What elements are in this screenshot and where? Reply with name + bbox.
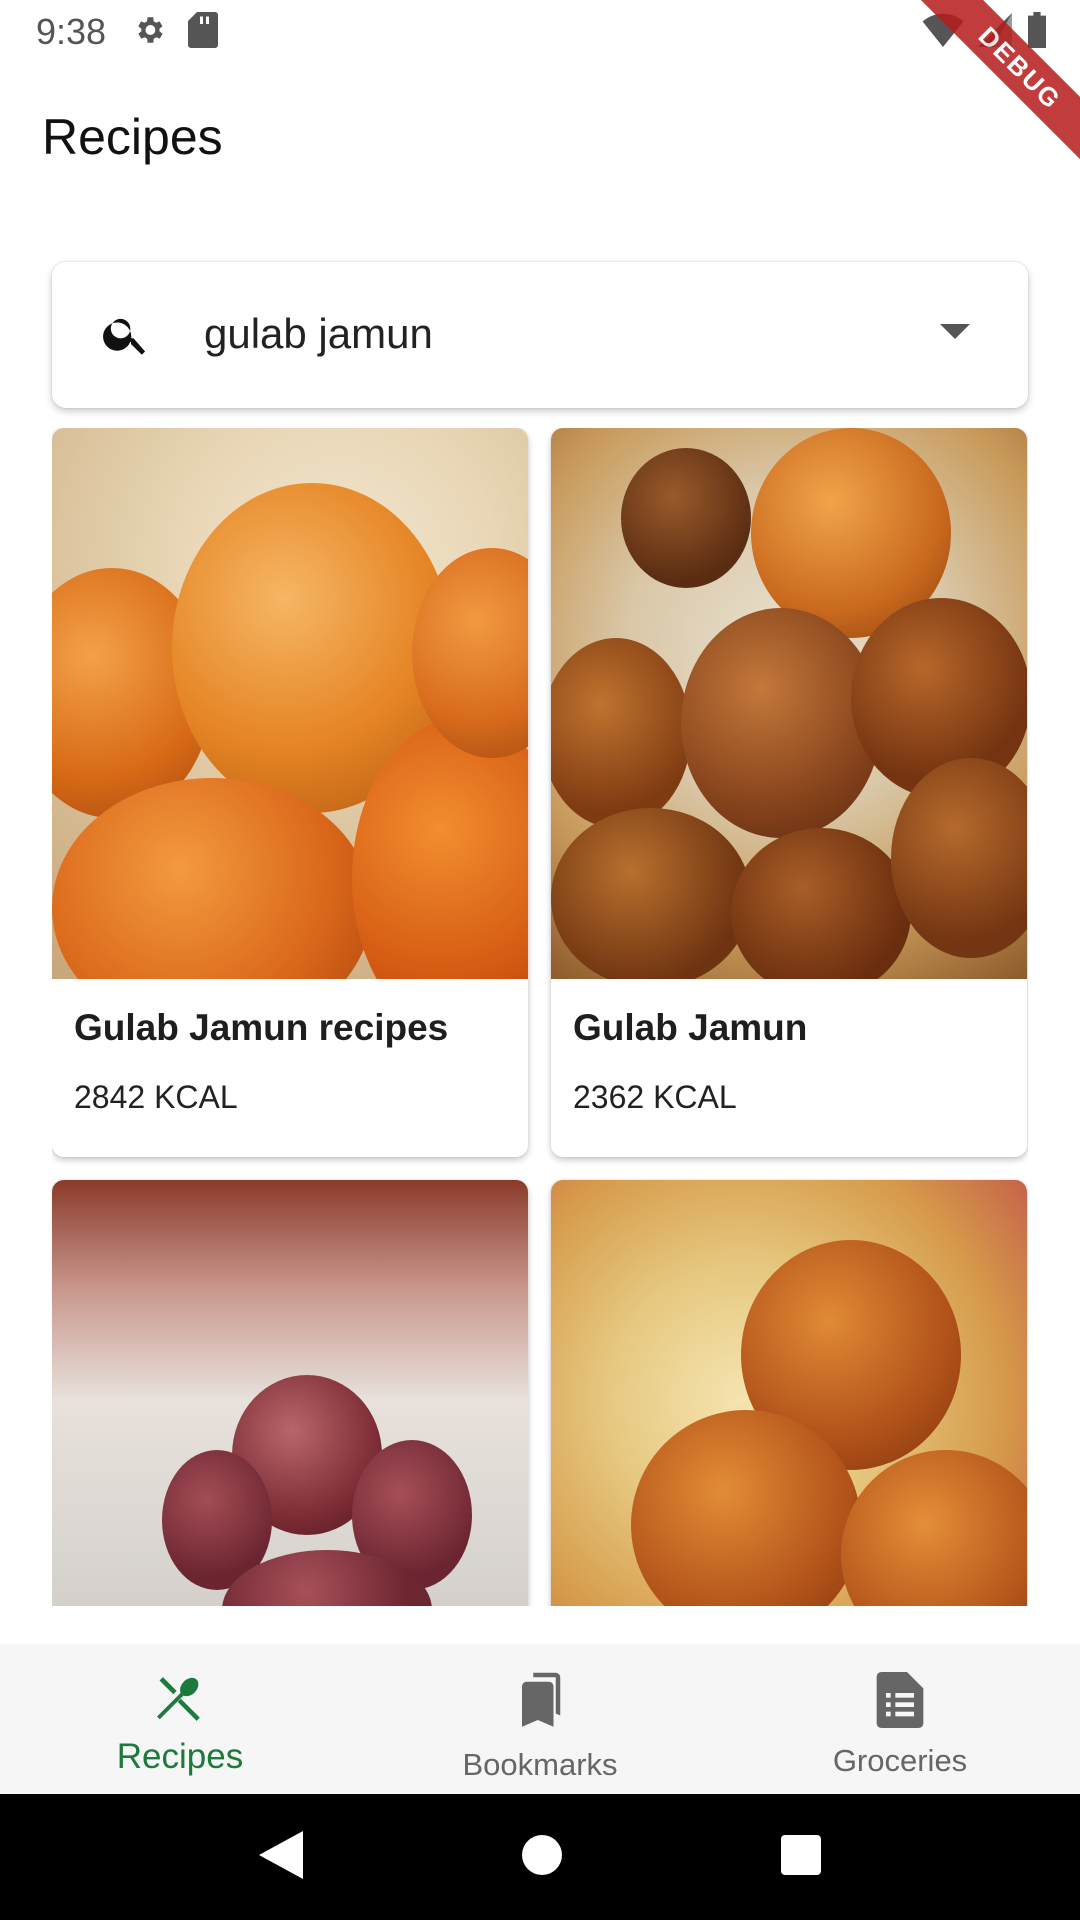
search-icon[interactable] xyxy=(100,308,152,365)
system-navigation-bar xyxy=(0,1794,1080,1920)
bottom-navigation: Recipes Bookmarks Groceries xyxy=(0,1644,1080,1794)
fork-knife-icon xyxy=(153,1672,207,1731)
recipe-calories: 2362 KCAL xyxy=(573,1079,737,1115)
search-input[interactable]: gulab jamun xyxy=(204,310,433,358)
dropdown-arrow-icon[interactable] xyxy=(940,324,970,339)
status-time: 9:38 xyxy=(36,11,107,52)
recents-icon[interactable] xyxy=(780,1834,821,1880)
list-icon xyxy=(876,1672,924,1733)
page-title: Recipes xyxy=(42,109,223,165)
nav-item-recipes[interactable]: Recipes xyxy=(0,1644,360,1794)
home-icon[interactable] xyxy=(521,1834,562,1880)
recipe-card[interactable] xyxy=(52,1180,528,1606)
back-icon[interactable] xyxy=(259,1830,304,1884)
recipe-title: Gulab Jamun xyxy=(573,1007,808,1048)
recipe-image xyxy=(551,428,1027,979)
bookmarks-icon xyxy=(513,1672,567,1737)
status-bar: 9:38 xyxy=(0,0,1080,64)
nav-label-bookmarks: Bookmarks xyxy=(462,1747,618,1782)
recipe-grid: Gulab Jamun recipes 2842 KCAL Gulab Jamu… xyxy=(52,428,1028,1606)
nav-item-groceries[interactable]: Groceries xyxy=(720,1644,1080,1794)
recipe-calories: 2842 KCAL xyxy=(74,1079,238,1115)
recipe-title: Gulab Jamun recipes xyxy=(74,1007,449,1048)
search-bar[interactable]: gulab jamun xyxy=(52,262,1028,408)
recipe-image xyxy=(52,428,528,979)
gear-icon xyxy=(132,13,166,52)
recipe-card[interactable] xyxy=(551,1180,1027,1606)
recipe-card[interactable]: Gulab Jamun 2362 KCAL xyxy=(551,428,1027,1157)
sd-card-icon xyxy=(188,11,219,53)
recipe-image xyxy=(52,1180,528,1606)
recipe-card[interactable]: Gulab Jamun recipes 2842 KCAL xyxy=(52,428,528,1157)
nav-item-bookmarks[interactable]: Bookmarks xyxy=(360,1644,720,1794)
recipe-image xyxy=(551,1180,1027,1606)
nav-label-recipes: Recipes xyxy=(116,1737,244,1776)
nav-label-groceries: Groceries xyxy=(832,1743,968,1778)
